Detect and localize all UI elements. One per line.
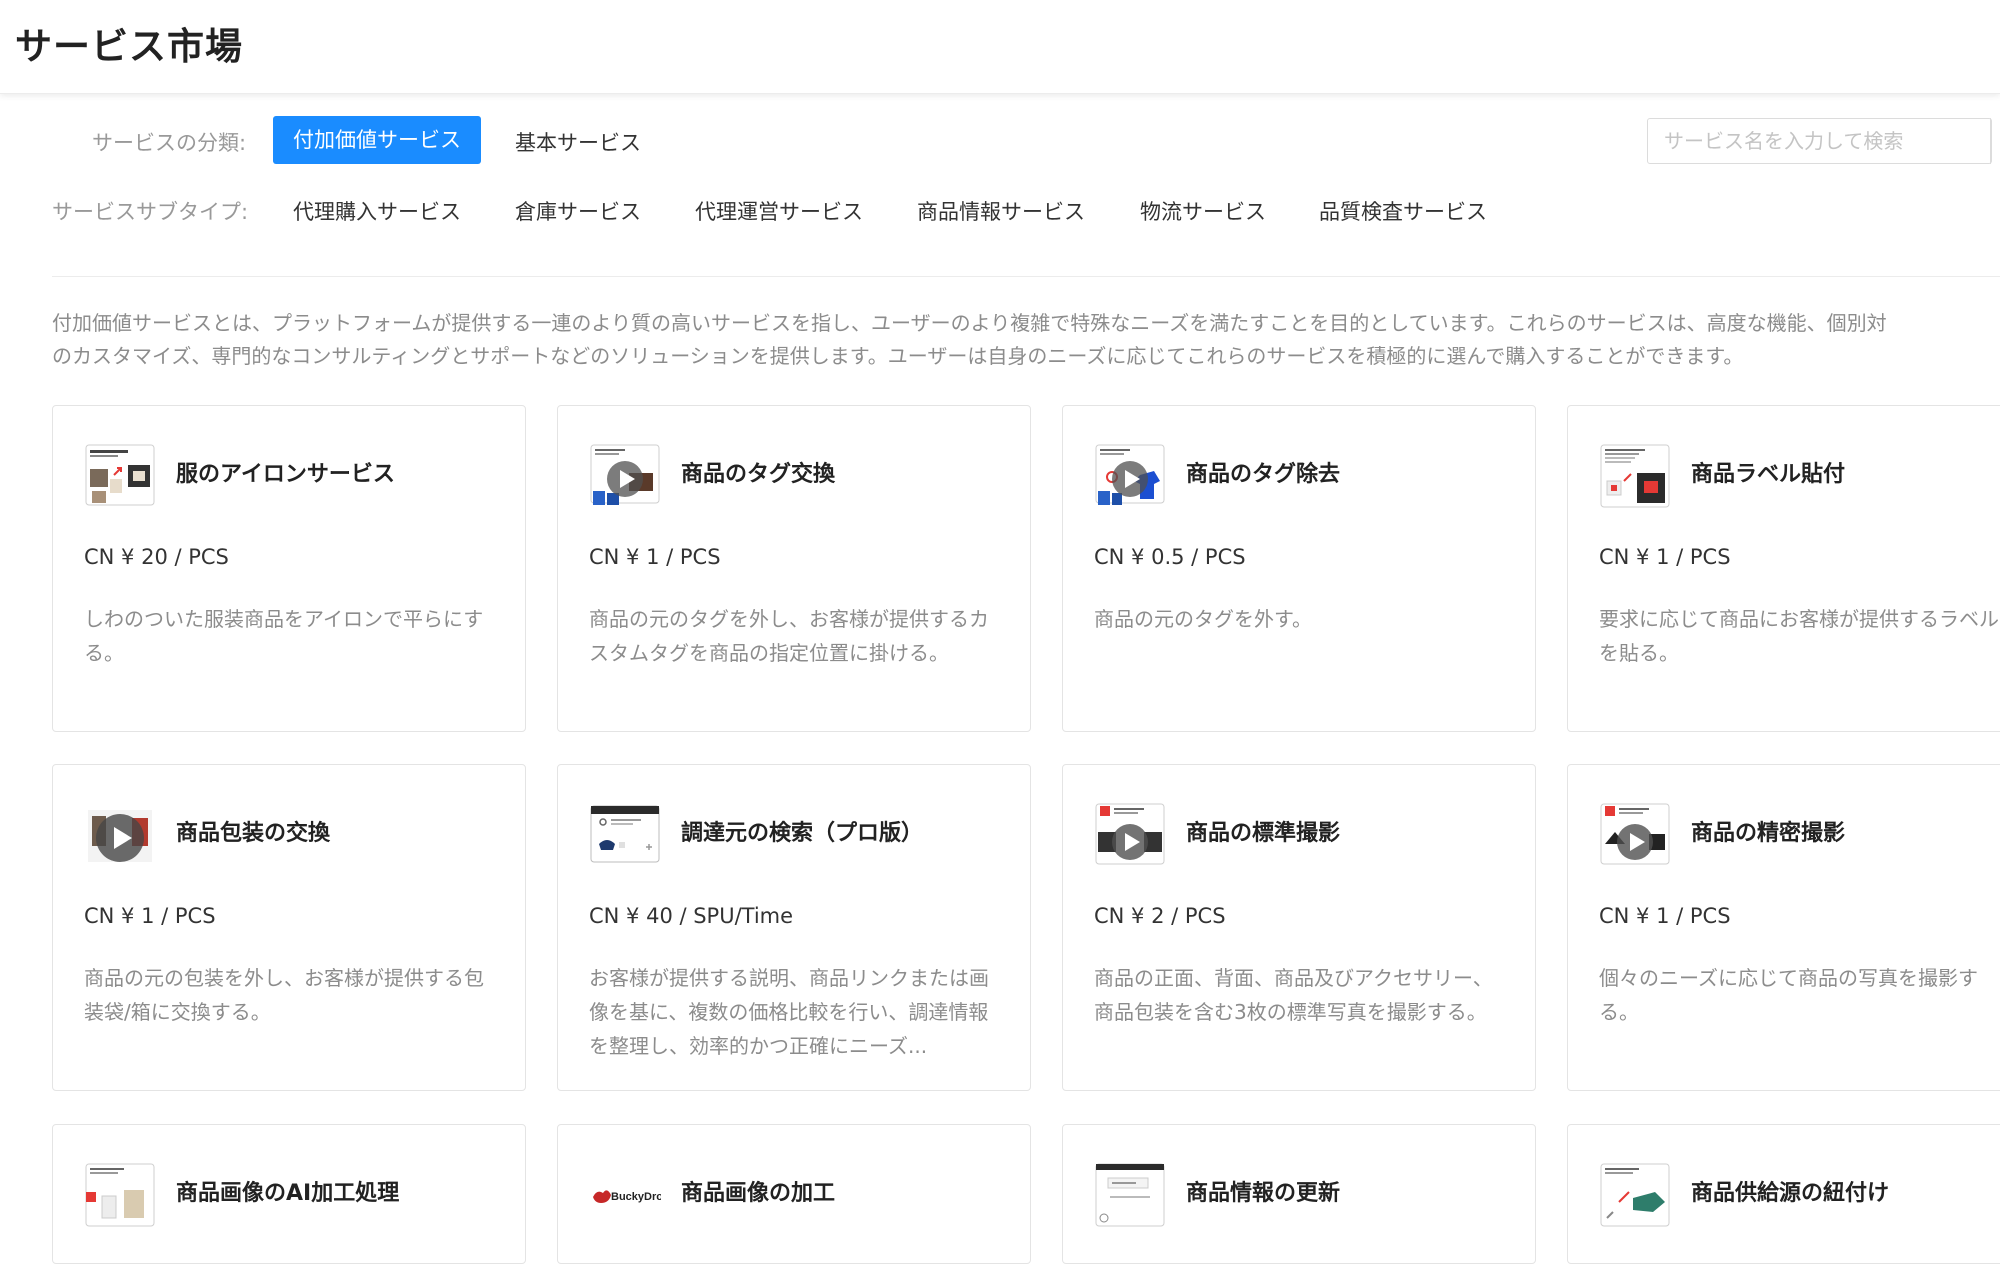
card-title: 商品画像のAI加工処理	[176, 1181, 400, 1206]
detail-photo-video-thumbnail	[1599, 802, 1671, 868]
card-description: 個々のニーズに応じて商品の写真を撮影する。	[1599, 966, 1978, 1024]
category-label: サービスの分類:	[92, 131, 247, 155]
card-title: 調達元の検索（プロ版）	[681, 821, 924, 846]
card-title: 商品画像の加工	[681, 1181, 836, 1206]
source-link-thumbnail	[1599, 1162, 1671, 1228]
card-title: 商品供給源の紐付け	[1691, 1181, 1890, 1206]
search-button[interactable]	[1990, 118, 2000, 164]
service-card-standard-photo[interactable]: 商品の標準撮影 CN ¥ 2 / PCS 商品の正面、背面、商品及びアクセサリー…	[1062, 764, 1536, 1091]
subtype-product-info[interactable]: 商品情報サービス	[917, 196, 1085, 226]
card-title: 商品のタグ除去	[1186, 462, 1341, 487]
service-description-line-1: 付加価値サービスとは、プラットフォームが提供する一連のより質の高いサービスを指し…	[52, 311, 1887, 335]
service-card-image-processing[interactable]: BuckyDrop 商品画像の加工	[557, 1124, 1031, 1264]
service-card-label[interactable]: 商品ラベル貼付 CN ¥ 1 / PCS 要求に応じて商品にお客様が提供するラベ…	[1567, 405, 2000, 732]
service-card-ai-image[interactable]: 商品画像のAI加工処理	[52, 1124, 526, 1264]
buckydrop-logo-text: BuckyDrop	[611, 1191, 661, 1203]
search-input[interactable]	[1648, 119, 1991, 163]
service-card-tag-replace[interactable]: 商品のタグ交換 CN ¥ 1 / PCS 商品の元のタグを外し、お客様が提供する…	[557, 405, 1031, 732]
subtype-operation-agent[interactable]: 代理運営サービス	[695, 196, 863, 226]
service-card-ironing[interactable]: 服のアイロンサービス CN ¥ 20 / PCS しわのついた服装商品をアイロン…	[52, 405, 526, 732]
info-update-thumbnail	[1094, 1162, 1166, 1228]
subtype-quality-inspection[interactable]: 品質検査サービス	[1319, 196, 1487, 226]
card-price: CN ¥ 1 / PCS	[84, 904, 216, 928]
service-card-info-update[interactable]: 商品情報の更新	[1062, 1124, 1536, 1264]
card-description: 商品の元の包装を外し、お客様が提供する包装袋/箱に交換する。	[84, 966, 484, 1024]
tag-remove-video-thumbnail	[1094, 443, 1166, 509]
card-price: CN ¥ 40 / SPU/Time	[589, 904, 794, 928]
card-description: 要求に応じて商品にお客様が提供するラベルを貼る。	[1599, 607, 1999, 665]
card-price: CN ¥ 2 / PCS	[1094, 904, 1226, 928]
header-bar: サービス市場	[0, 0, 2000, 94]
divider	[52, 276, 2000, 277]
category-tab-value-added[interactable]: 付加価値サービス	[273, 116, 481, 164]
search-box	[1647, 118, 1992, 164]
card-title: 商品のタグ交換	[681, 462, 836, 487]
service-description-line-2: のカスタマイズ、専門的なコンサルティングとサポートなどのソリューションを提供しま…	[52, 344, 1744, 368]
page-title: サービス市場	[15, 25, 243, 68]
category-tab-basic[interactable]: 基本サービス	[515, 127, 641, 157]
packaging-video-thumbnail	[84, 802, 156, 868]
ai-image-thumbnail	[84, 1162, 156, 1228]
card-description: 商品の正面、背面、商品及びアクセサリー、商品包装を含む3枚の標準写真を撮影する。	[1094, 966, 1493, 1024]
service-card-sourcing-pro[interactable]: 調達元の検索（プロ版） CN ¥ 40 / SPU/Time お客様が提供する説…	[557, 764, 1031, 1091]
service-card-source-link[interactable]: 商品供給源の紐付け	[1567, 1124, 2000, 1264]
standard-photo-video-thumbnail	[1094, 802, 1166, 868]
card-title: 服のアイロンサービス	[176, 462, 395, 487]
service-card-packaging[interactable]: 商品包装の交換 CN ¥ 1 / PCS 商品の元の包装を外し、お客様が提供する…	[52, 764, 526, 1091]
card-description: 商品の元のタグを外す。	[1094, 607, 1312, 631]
tag-replace-video-thumbnail	[589, 443, 661, 509]
service-card-detail-photo[interactable]: 商品の精密撮影 CN ¥ 1 / PCS 個々のニーズに応じて商品の写真を撮影す…	[1567, 764, 2000, 1091]
card-description: お客様が提供する説明、商品リンクまたは画像を基に、複数の価格比較を行い、調達情報…	[589, 966, 989, 1058]
card-title: 商品情報の更新	[1186, 1181, 1341, 1206]
service-card-tag-remove[interactable]: 商品のタグ除去 CN ¥ 0.5 / PCS 商品の元のタグを外す。	[1062, 405, 1536, 732]
sourcing-thumbnail	[589, 802, 661, 868]
subtype-warehouse[interactable]: 倉庫サービス	[515, 196, 641, 226]
card-price: CN ¥ 20 / PCS	[84, 545, 229, 569]
card-price: CN ¥ 0.5 / PCS	[1094, 545, 1246, 569]
card-price: CN ¥ 1 / PCS	[1599, 545, 1731, 569]
card-description: しわのついた服装商品をアイロンで平らにする。	[84, 607, 484, 665]
label-thumbnail	[1599, 443, 1671, 509]
service-description: 付加価値サービスとは、プラットフォームが提供する一連のより質の高いサービスを指し…	[52, 307, 2000, 373]
card-title: 商品の精密撮影	[1691, 821, 1846, 846]
ironing-thumbnail	[84, 443, 156, 509]
subtype-label: サービスサブタイプ:	[52, 200, 249, 224]
card-title: 商品包装の交換	[176, 821, 331, 846]
subtype-purchasing-agent[interactable]: 代理購入サービス	[293, 196, 461, 226]
card-price: CN ¥ 1 / PCS	[1599, 904, 1731, 928]
card-description: 商品の元のタグを外し、お客様が提供するカスタムタグを商品の指定位置に掛ける。	[589, 607, 989, 665]
card-price: CN ¥ 1 / PCS	[589, 545, 721, 569]
card-title: 商品の標準撮影	[1186, 821, 1341, 846]
buckydrop-logo: BuckyDrop	[589, 1162, 670, 1228]
card-title: 商品ラベル貼付	[1691, 462, 1846, 487]
subtype-logistics[interactable]: 物流サービス	[1140, 196, 1266, 226]
